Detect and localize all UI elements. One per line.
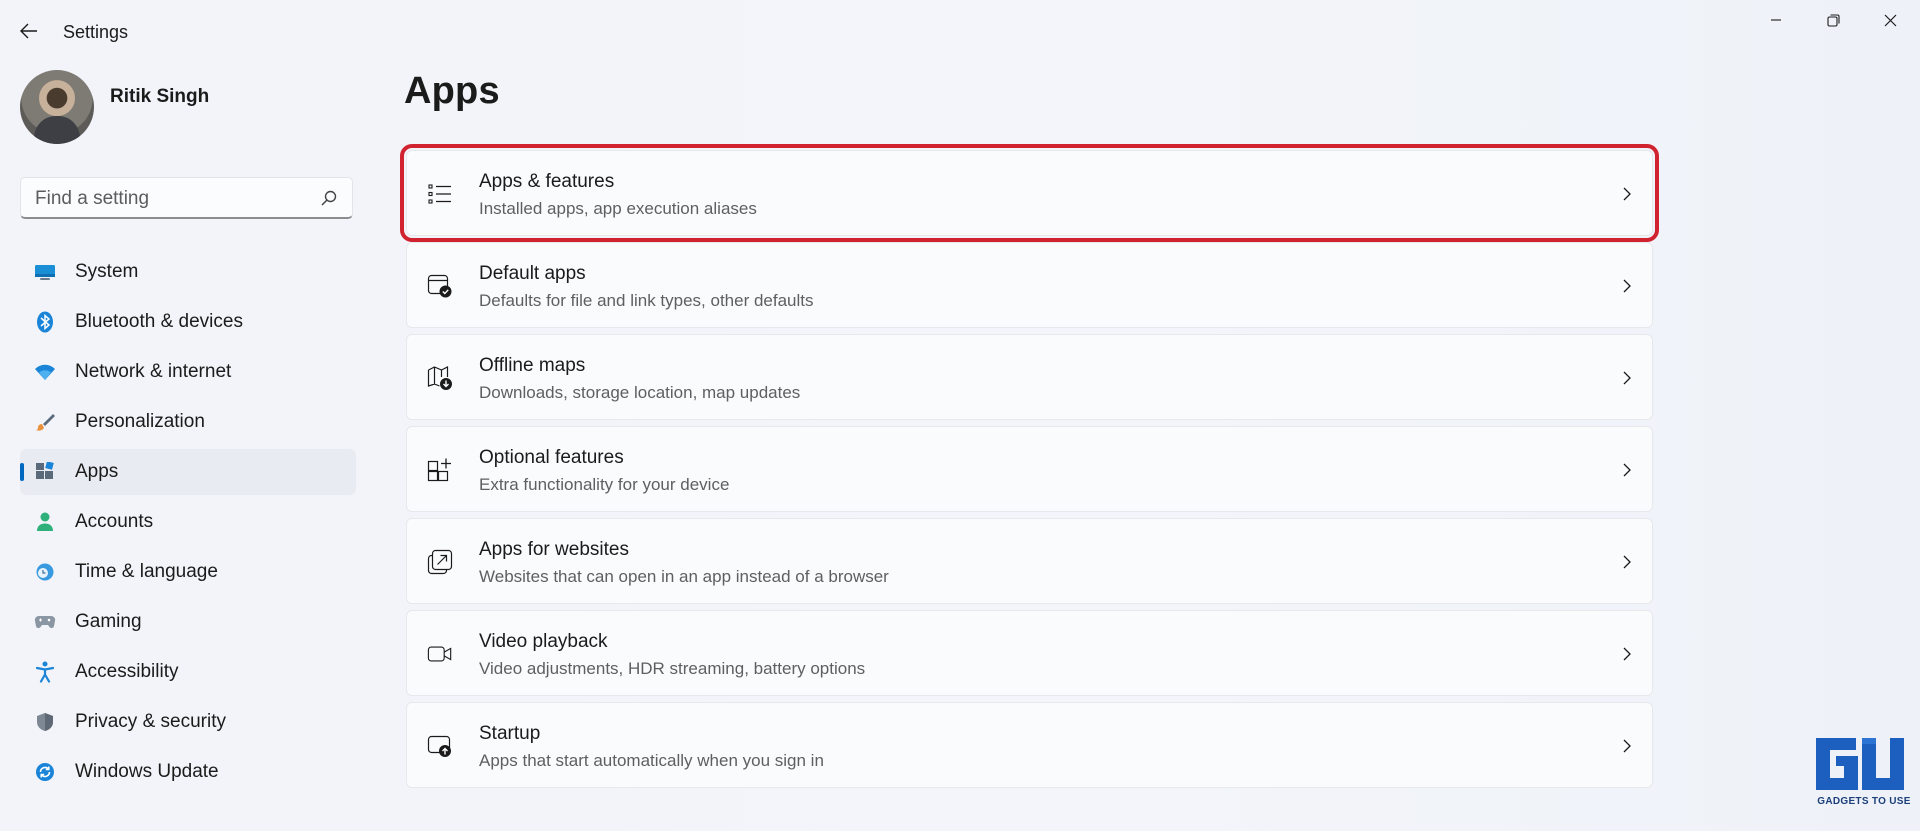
sidebar-item-label: Windows Update	[75, 761, 219, 782]
chevron-right-icon	[1623, 739, 1631, 753]
sidebar-item-label: Gaming	[75, 611, 142, 632]
brush-icon	[34, 411, 56, 433]
card-default-apps[interactable]: Default apps Defaults for file and link …	[406, 242, 1653, 328]
close-icon	[1884, 14, 1896, 26]
card-apps-for-websites[interactable]: Apps for websites Websites that can open…	[406, 518, 1653, 604]
card-title: Default apps	[479, 263, 586, 284]
sidebar-item-label: Network & internet	[75, 361, 232, 382]
user-name: Ritik Singh	[110, 86, 210, 107]
sidebar-item-label: Accounts	[75, 511, 154, 532]
watermark-text: GADGETS TO USE	[1817, 796, 1911, 807]
wifi-icon	[34, 361, 56, 383]
sidebar-item-privacy-security[interactable]: Privacy & security	[20, 699, 356, 745]
search-input[interactable]	[33, 178, 317, 220]
card-subtitle: Websites that can open in an app instead…	[479, 567, 889, 586]
sidebar-item-gaming[interactable]: Gaming	[20, 599, 356, 645]
globe-clock-icon	[34, 561, 56, 583]
avatar[interactable]	[20, 70, 94, 144]
active-indicator	[20, 463, 24, 481]
card-optional-features[interactable]: Optional features Extra functionality fo…	[406, 426, 1653, 512]
minimize-icon	[1771, 19, 1781, 21]
sidebar-item-accessibility[interactable]: Accessibility	[20, 649, 356, 695]
apps-icon	[34, 461, 56, 483]
card-subtitle: Apps that start automatically when you s…	[479, 751, 824, 770]
sidebar-item-label: Accessibility	[75, 661, 179, 682]
card-apps-features[interactable]: Apps & features Installed apps, app exec…	[400, 144, 1659, 242]
card-subtitle: Extra functionality for your device	[479, 475, 730, 494]
card-offline-maps[interactable]: Offline maps Downloads, storage location…	[406, 334, 1653, 420]
chevron-right-icon	[1623, 371, 1631, 385]
sidebar-item-bluetooth[interactable]: Bluetooth & devices	[20, 299, 356, 345]
sidebar-item-label: Time & language	[75, 561, 218, 582]
list-icon	[427, 181, 453, 207]
shield-icon	[34, 711, 56, 733]
card-title: Offline maps	[479, 355, 586, 376]
default-apps-icon	[427, 273, 453, 299]
card-title: Apps & features	[479, 171, 615, 192]
chevron-right-icon	[1623, 463, 1631, 477]
accessibility-icon	[34, 661, 56, 683]
sidebar-item-label: Privacy & security	[75, 711, 226, 732]
sidebar-item-time-language[interactable]: Time & language	[20, 549, 356, 595]
sidebar-item-system[interactable]: System	[20, 249, 356, 295]
restore-button[interactable]	[1810, 6, 1856, 34]
card-subtitle: Video adjustments, HDR streaming, batter…	[479, 659, 866, 678]
card-video-playback[interactable]: Video playback Video adjustments, HDR st…	[406, 610, 1653, 696]
monitor-icon	[34, 261, 56, 283]
card-subtitle: Installed apps, app execution aliases	[479, 199, 757, 218]
bluetooth-icon	[34, 311, 56, 333]
chevron-right-icon	[1623, 187, 1631, 201]
back-button[interactable]	[14, 16, 44, 46]
sidebar-item-label: System	[75, 261, 139, 282]
card-startup[interactable]: Startup Apps that start automatically wh…	[406, 702, 1653, 788]
back-arrow-icon	[20, 23, 37, 39]
person-icon	[34, 511, 56, 533]
card-title: Apps for websites	[479, 539, 629, 560]
window-title: Settings	[63, 22, 129, 42]
watermark-logo: GADGETS TO USE	[1812, 734, 1916, 808]
search-icon[interactable]	[320, 189, 338, 207]
card-title: Optional features	[479, 447, 624, 468]
gamepad-icon	[34, 611, 56, 633]
card-title: Video playback	[479, 631, 608, 652]
gadgets-to-use-logo	[1816, 738, 1904, 790]
card-title: Startup	[479, 723, 541, 744]
chevron-right-icon	[1623, 555, 1631, 569]
chevron-right-icon	[1623, 647, 1631, 661]
sidebar-item-network[interactable]: Network & internet	[20, 349, 356, 395]
sidebar-item-label: Bluetooth & devices	[75, 311, 243, 332]
sidebar-item-personalization[interactable]: Personalization	[20, 399, 356, 445]
page-title: Apps	[404, 70, 500, 112]
map-download-icon	[427, 365, 453, 391]
sidebar-item-apps[interactable]: Apps	[20, 449, 356, 495]
sidebar-item-label: Personalization	[75, 411, 205, 432]
sidebar-item-windows-update[interactable]: Windows Update	[20, 749, 356, 795]
video-camera-icon	[427, 641, 453, 667]
title-bar: Settings	[0, 0, 1920, 64]
grid-add-icon	[427, 457, 453, 483]
settings-list: Apps & features Installed apps, app exec…	[400, 144, 1659, 794]
sidebar-item-accounts[interactable]: Accounts	[20, 499, 356, 545]
search-box[interactable]	[20, 177, 353, 220]
chevron-right-icon	[1623, 279, 1631, 293]
open-in-app-icon	[427, 549, 453, 575]
update-icon	[34, 761, 56, 783]
sidebar-nav: System Bluetooth & devices Network & int…	[20, 249, 356, 799]
card-subtitle: Defaults for file and link types, other …	[479, 291, 814, 310]
card-subtitle: Downloads, storage location, map updates	[479, 383, 801, 402]
restore-icon	[1826, 13, 1840, 27]
minimize-button[interactable]	[1753, 6, 1799, 34]
sidebar-item-label: Apps	[75, 461, 119, 482]
startup-icon	[427, 733, 453, 759]
close-button[interactable]	[1867, 6, 1913, 34]
